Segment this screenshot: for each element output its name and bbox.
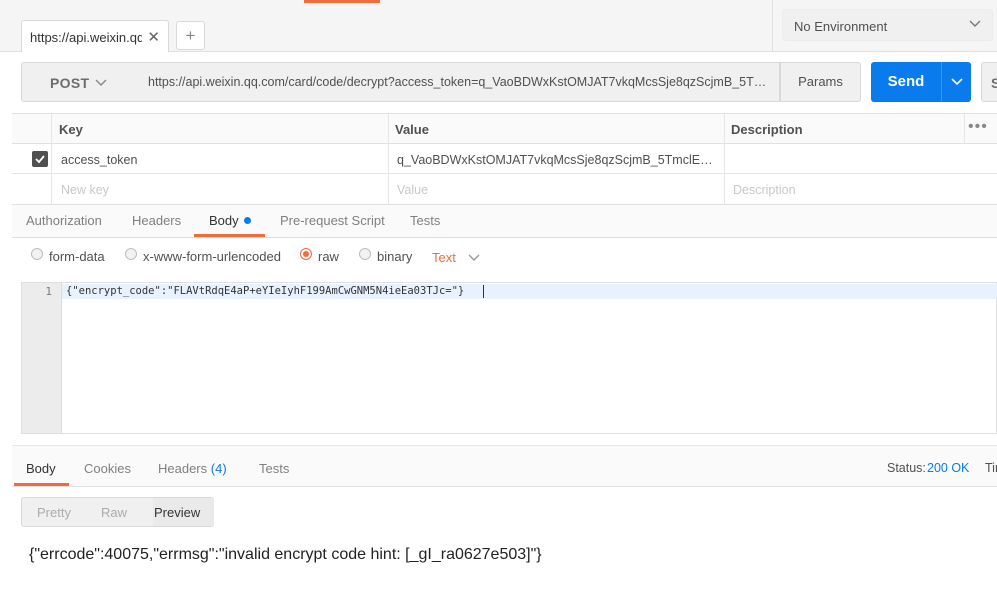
chevron-down-icon: [951, 78, 963, 86]
divider: [772, 0, 773, 52]
table-row: access_token q_VaoBDWxKstOMJAT7vkqMcsSje…: [12, 144, 997, 174]
tab-body[interactable]: Body: [209, 213, 251, 228]
url-input[interactable]: https://api.weixin.qq.com/card/code/decr…: [137, 62, 780, 102]
url-text: https://api.weixin.qq.com/card/code/decr…: [148, 75, 772, 89]
body-type-selector: form-data x-www-form-urlencoded raw bina…: [12, 238, 997, 278]
radio-urlencoded[interactable]: [125, 248, 137, 260]
radio-label-urlencoded[interactable]: x-www-form-urlencoded: [143, 249, 281, 264]
status-badge[interactable]: 200 OK: [927, 461, 969, 475]
text-caret: [483, 285, 484, 298]
more-options-icon[interactable]: •••: [968, 118, 988, 136]
request-tab[interactable]: https://api.weixin.qq ✕: [21, 20, 169, 52]
chevron-down-icon: [969, 20, 981, 27]
method-label: POST: [50, 75, 90, 91]
response-tab-headers[interactable]: Headers (4): [158, 461, 227, 476]
table-row-new: New key Value Description: [12, 174, 997, 205]
radio-label-raw[interactable]: raw: [318, 249, 339, 264]
radio-label-binary[interactable]: binary: [377, 249, 412, 264]
format-raw-button[interactable]: Raw: [101, 505, 127, 520]
modified-dot-icon: [243, 217, 251, 224]
radio-raw[interactable]: [300, 248, 312, 260]
radio-label-form-data[interactable]: form-data: [49, 249, 105, 264]
chevron-down-icon[interactable]: [467, 251, 481, 265]
headers-count: (4): [210, 461, 227, 476]
format-preview-button[interactable]: Preview: [154, 505, 200, 520]
body-code-editor[interactable]: 1 {"encrypt_code":"FLAVtRdqE4aP+eYIeIyhF…: [21, 282, 997, 434]
editor-gutter: 1: [22, 283, 62, 433]
environment-select[interactable]: No Environment: [782, 9, 993, 41]
request-tabs: Authorization Headers Body Pre-request S…: [12, 205, 997, 238]
response-tab-tests[interactable]: Tests: [259, 461, 289, 476]
params-table-header: Key Value Description •••: [12, 114, 997, 144]
param-key[interactable]: access_token: [61, 153, 381, 167]
chevron-down-icon: [95, 79, 107, 86]
column-header-description: Description: [731, 122, 803, 137]
tab-pre-request-script[interactable]: Pre-request Script: [280, 213, 385, 228]
method-select[interactable]: POST: [21, 62, 138, 102]
response-body: {"errcode":40075,"errmsg":"invalid encry…: [29, 546, 542, 563]
active-tab-indicator: [14, 483, 69, 486]
new-description-input[interactable]: Description: [733, 183, 796, 197]
add-tab-button[interactable]: +: [176, 21, 205, 50]
radio-form-data[interactable]: [31, 248, 43, 260]
new-value-input[interactable]: Value: [397, 183, 428, 197]
column-header-key: Key: [59, 122, 83, 137]
response-format-group: Pretty Raw Preview: [21, 497, 214, 527]
line-number: 1: [45, 285, 52, 298]
params-table: Key Value Description ••• access_token q…: [12, 113, 997, 206]
top-accent-bar: [304, 0, 380, 3]
param-value[interactable]: q_VaoBDWxKstOMJAT7vkqMcsSje8qzScjmB_5Tmc…: [397, 153, 717, 167]
save-button[interactable]: S: [981, 62, 997, 102]
new-key-input[interactable]: New key: [61, 183, 109, 197]
column-header-value: Value: [395, 122, 429, 137]
tab-authorization[interactable]: Authorization: [26, 213, 102, 228]
column-divider: [964, 114, 965, 144]
status-label: Status:: [887, 461, 926, 475]
environment-label: No Environment: [794, 19, 888, 34]
code-line[interactable]: {"encrypt_code":"FLAVtRdqE4aP+eYIeIyhF19…: [66, 285, 464, 297]
radio-binary[interactable]: [359, 248, 371, 260]
raw-format-select[interactable]: Text: [432, 250, 456, 265]
response-tabs: Body Cookies Headers (4) Tests Status: 2…: [12, 446, 997, 487]
response-tab-body[interactable]: Body: [26, 461, 56, 476]
response-tab-cookies[interactable]: Cookies: [84, 461, 131, 476]
checkmark-icon: [35, 155, 45, 164]
tab-tests[interactable]: Tests: [410, 213, 440, 228]
row-checkbox[interactable]: [32, 151, 48, 167]
close-icon[interactable]: ✕: [147, 28, 160, 46]
params-button[interactable]: Params: [780, 62, 861, 102]
format-pretty-button[interactable]: Pretty: [37, 505, 71, 520]
response-tab-headers-label: Headers: [158, 461, 208, 476]
active-tab-indicator: [194, 234, 265, 237]
tab-body-label: Body: [209, 213, 239, 228]
send-button[interactable]: Send: [871, 62, 941, 102]
time-label: Tim: [985, 461, 997, 475]
request-tab-label: https://api.weixin.qq: [30, 30, 142, 45]
tab-headers[interactable]: Headers: [132, 213, 181, 228]
send-options-button[interactable]: [941, 62, 971, 102]
